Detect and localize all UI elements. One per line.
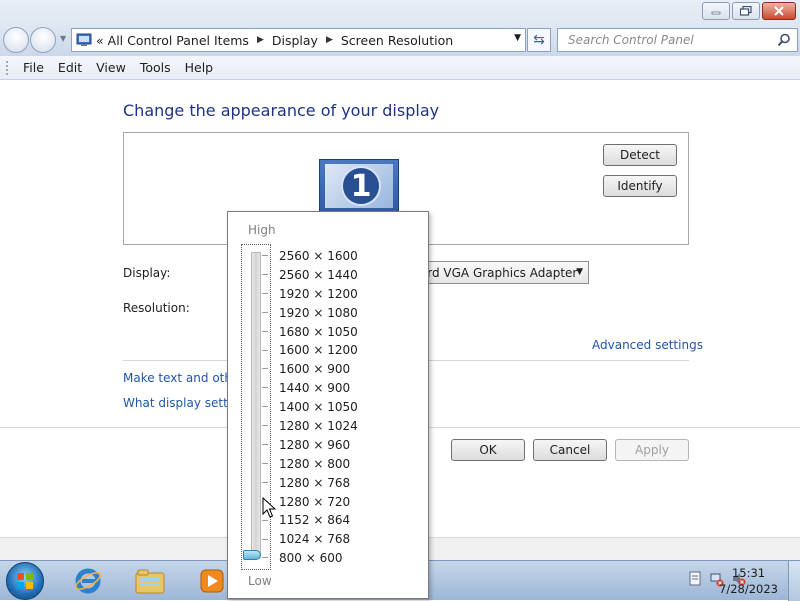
media-player-icon	[200, 569, 224, 593]
slider-tick	[262, 444, 268, 445]
resolution-option[interactable]: 1600 × 1200	[279, 341, 358, 360]
mouse-cursor-icon	[262, 497, 276, 518]
menu-help[interactable]: Help	[178, 60, 221, 75]
apply-button[interactable]: Apply	[615, 439, 689, 461]
slider-tick	[262, 368, 268, 370]
page-title: Change the appearance of your display	[123, 101, 440, 120]
menu-tools[interactable]: Tools	[133, 60, 178, 75]
resolution-option[interactable]: 1280 × 960	[279, 436, 358, 455]
identify-button[interactable]: Identify	[603, 175, 677, 197]
detect-button[interactable]: Detect	[603, 144, 677, 166]
search-box[interactable]	[557, 28, 798, 52]
resolution-label: Resolution:	[123, 301, 190, 315]
menu-grip	[6, 60, 9, 75]
breadcrumb-display[interactable]: Display	[272, 33, 318, 48]
restore-icon	[740, 6, 752, 16]
menu-view[interactable]: View	[89, 60, 133, 75]
resolution-option[interactable]: 1280 × 800	[279, 455, 358, 474]
slider-high-label: High	[248, 223, 276, 237]
breadcrumb-screen-resolution[interactable]: Screen Resolution	[341, 33, 453, 48]
resolution-option[interactable]: 1280 × 1024	[279, 417, 358, 436]
windows-logo-icon	[17, 573, 33, 589]
breadcrumb-all-items[interactable]: All Control Panel Items	[108, 33, 249, 48]
resolution-slider[interactable]	[241, 244, 271, 570]
resolution-option[interactable]: 1400 × 1050	[279, 398, 358, 417]
close-button[interactable]	[762, 2, 796, 20]
address-dropdown-icon[interactable]: ▼	[514, 33, 521, 43]
address-bar[interactable]: « All Control Panel Items ▶ Display ▶ Sc…	[71, 28, 526, 52]
resolution-option[interactable]: 1024 × 768	[279, 530, 358, 549]
resolution-option[interactable]: 1600 × 900	[279, 360, 358, 379]
clock-time: 15:31	[731, 566, 766, 580]
search-input[interactable]	[566, 32, 766, 48]
monitor-number: 1	[341, 166, 381, 206]
minimize-icon	[711, 11, 721, 15]
show-desktop-button[interactable]	[788, 561, 800, 601]
internet-explorer-button[interactable]	[66, 564, 110, 598]
resolution-options: 2560 × 1600 2560 × 1440 1920 × 1200 1920 × …	[279, 247, 358, 568]
resolution-option[interactable]: 1280 × 720	[279, 493, 358, 512]
slider-tick	[262, 425, 268, 427]
slider-tick	[262, 273, 268, 275]
control-panel-icon	[76, 33, 92, 46]
menu-file[interactable]: File	[16, 60, 51, 75]
clock-date: 7/28/2023	[719, 582, 778, 596]
address-overflow[interactable]: «	[96, 33, 104, 48]
advanced-settings-link[interactable]: Advanced settings	[592, 338, 703, 352]
minimize-button[interactable]	[702, 2, 730, 20]
resolution-option[interactable]: 2560 × 1440	[279, 266, 358, 285]
forward-button[interactable]	[30, 27, 56, 53]
resolution-option[interactable]: 800 × 600	[279, 549, 358, 568]
slider-tick	[262, 349, 268, 351]
ok-button[interactable]: OK	[451, 439, 525, 461]
slider-tick	[262, 292, 268, 294]
resolution-option[interactable]: 1280 × 768	[279, 474, 358, 493]
resolution-dropdown: High 2560 × 1600 2560 × 1440 1920 × 1200 19…	[227, 211, 429, 599]
display-label: Display:	[123, 266, 171, 280]
menu-bar: File Edit View Tools Help	[0, 56, 800, 80]
monitor-1-icon[interactable]: 1	[319, 159, 399, 219]
display-select[interactable]: Standard VGA Graphics Adapter ▼	[402, 261, 589, 284]
refresh-icon: ⇆	[533, 32, 545, 48]
slider-tick	[262, 481, 268, 483]
slider-tick	[262, 255, 268, 256]
slider-tick	[262, 311, 268, 313]
slider-thumb[interactable]	[243, 550, 261, 560]
resolution-option[interactable]: 1680 × 1050	[279, 323, 358, 342]
windows-explorer-button[interactable]	[128, 564, 172, 598]
action-center-icon[interactable]	[688, 571, 702, 587]
slider-low-label: Low	[248, 574, 272, 588]
close-icon	[774, 6, 784, 16]
slider-tick	[262, 538, 268, 540]
back-button[interactable]	[3, 27, 29, 53]
restore-button[interactable]	[732, 2, 760, 20]
chevron-down-icon: ▼	[576, 267, 583, 277]
resolution-option[interactable]: 1920 × 1200	[279, 285, 358, 304]
refresh-button[interactable]: ⇆	[527, 28, 551, 52]
menu-edit[interactable]: Edit	[51, 60, 89, 75]
slider-tick	[262, 330, 268, 332]
breadcrumb-arrow-icon[interactable]: ▶	[257, 35, 264, 45]
resolution-option[interactable]: 1920 × 1080	[279, 304, 358, 323]
navigation-bar: ▼ « All Control Panel Items ▶ Display ▶ …	[0, 24, 800, 56]
slider-tick	[262, 557, 268, 559]
resolution-option[interactable]: 2560 × 1600	[279, 247, 358, 266]
resolution-option[interactable]: 1440 × 900	[279, 379, 358, 398]
title-bar	[0, 0, 800, 24]
search-icon[interactable]	[777, 33, 791, 47]
slider-tick	[262, 519, 268, 521]
slider-groove	[251, 252, 261, 556]
taskbar-clock[interactable]: 15:31 7/28/2023	[719, 565, 778, 597]
window-controls	[702, 2, 796, 20]
cancel-button[interactable]: Cancel	[533, 439, 607, 461]
slider-tick	[262, 406, 268, 408]
slider-tick	[262, 387, 268, 389]
slider-tick	[262, 462, 268, 464]
start-button[interactable]	[6, 562, 44, 600]
recent-pages-chevron-icon[interactable]: ▼	[60, 34, 66, 43]
breadcrumb-arrow-icon[interactable]: ▶	[326, 35, 333, 45]
windows-explorer-icon	[135, 569, 165, 594]
internet-explorer-icon	[74, 568, 102, 594]
resolution-option[interactable]: 1152 × 864	[279, 511, 358, 530]
